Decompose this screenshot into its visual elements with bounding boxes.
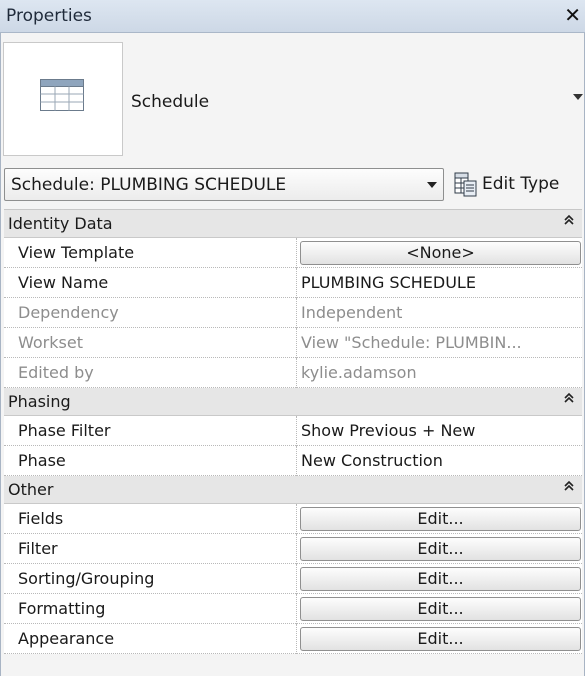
- edit-type-label: Edit Type: [482, 174, 560, 194]
- property-row: Appearance Edit...: [4, 624, 582, 654]
- property-name: Formatting: [18, 599, 106, 618]
- column-divider: [296, 238, 297, 268]
- collapse-icon[interactable]: [564, 214, 574, 229]
- property-name: View Template: [18, 243, 135, 262]
- property-name: Filter: [18, 539, 58, 558]
- property-row: Workset View "Schedule: PLUMBIN...: [4, 328, 582, 358]
- type-selector[interactable]: Schedule: [3, 42, 585, 158]
- property-value[interactable]: New Construction: [301, 451, 581, 470]
- property-row: Fields Edit...: [4, 504, 582, 534]
- dropdown-arrow-icon: [427, 182, 437, 188]
- schedule-table-icon: [40, 79, 84, 111]
- property-name: Phase: [18, 451, 66, 470]
- column-divider: [296, 446, 297, 476]
- property-row: View Template <None>: [4, 238, 582, 268]
- property-row: Phase Filter Show Previous + New: [4, 416, 582, 446]
- column-divider: [296, 624, 297, 654]
- property-name: Sorting/Grouping: [18, 569, 155, 588]
- property-name: Edited by: [18, 363, 94, 382]
- collapse-icon[interactable]: [564, 392, 574, 407]
- instance-selector[interactable]: Schedule: PLUMBING SCHEDULE: [4, 168, 444, 201]
- type-thumbnail: [3, 42, 123, 156]
- property-name: Workset: [18, 333, 83, 352]
- property-row: View Name PLUMBING SCHEDULE: [4, 268, 582, 298]
- property-value[interactable]: Show Previous + New: [301, 421, 581, 440]
- property-name: View Name: [18, 273, 109, 292]
- column-divider: [296, 328, 297, 358]
- column-divider: [296, 298, 297, 328]
- collapse-icon[interactable]: [564, 480, 574, 495]
- property-row: Sorting/Grouping Edit...: [4, 564, 582, 594]
- property-name: Fields: [18, 509, 64, 528]
- instance-row: Schedule: PLUMBING SCHEDULE Edit Type: [4, 168, 584, 202]
- property-row: Edited by kylie.adamson: [4, 358, 582, 388]
- close-icon[interactable]: ✕: [564, 3, 581, 27]
- section-name: Other: [8, 480, 54, 499]
- section-name: Phasing: [8, 392, 71, 411]
- property-edit-button[interactable]: Edit...: [300, 537, 581, 561]
- section-header[interactable]: Phasing: [4, 388, 582, 416]
- edit-type-icon: [454, 172, 477, 197]
- property-edit-button[interactable]: Edit...: [300, 627, 581, 651]
- column-divider: [296, 358, 297, 388]
- property-edit-button[interactable]: Edit...: [300, 507, 581, 531]
- column-divider: [296, 594, 297, 624]
- property-row: Formatting Edit...: [4, 594, 582, 624]
- column-divider: [296, 504, 297, 534]
- property-value[interactable]: PLUMBING SCHEDULE: [301, 273, 581, 292]
- column-divider: [296, 268, 297, 298]
- property-row: Dependency Independent: [4, 298, 582, 328]
- properties-grid: Identity Data View Template <None> View Nam…: [4, 209, 582, 654]
- property-name: Dependency: [18, 303, 119, 322]
- title-bar: Properties ✕: [0, 0, 585, 33]
- property-name: Appearance: [18, 629, 115, 648]
- property-value: View "Schedule: PLUMBIN...: [301, 333, 522, 352]
- column-divider: [296, 416, 297, 446]
- property-row: Phase New Construction: [4, 446, 582, 476]
- section-header[interactable]: Other: [4, 476, 582, 504]
- chevron-down-icon[interactable]: [573, 94, 583, 100]
- type-family-name: Schedule: [131, 92, 210, 112]
- property-row: Filter Edit...: [4, 534, 582, 564]
- panel-title: Properties: [6, 6, 92, 26]
- property-edit-button[interactable]: <None>: [300, 241, 581, 265]
- instance-selector-value: Schedule: PLUMBING SCHEDULE: [11, 175, 287, 195]
- section-name: Identity Data: [8, 214, 113, 233]
- column-divider: [296, 534, 297, 564]
- property-name: Phase Filter: [18, 421, 111, 440]
- property-edit-button[interactable]: Edit...: [300, 597, 581, 621]
- column-divider: [296, 564, 297, 594]
- property-edit-button[interactable]: Edit...: [300, 567, 581, 591]
- property-value: kylie.adamson: [301, 363, 417, 382]
- section-header[interactable]: Identity Data: [4, 210, 582, 238]
- property-value: Independent: [301, 303, 403, 322]
